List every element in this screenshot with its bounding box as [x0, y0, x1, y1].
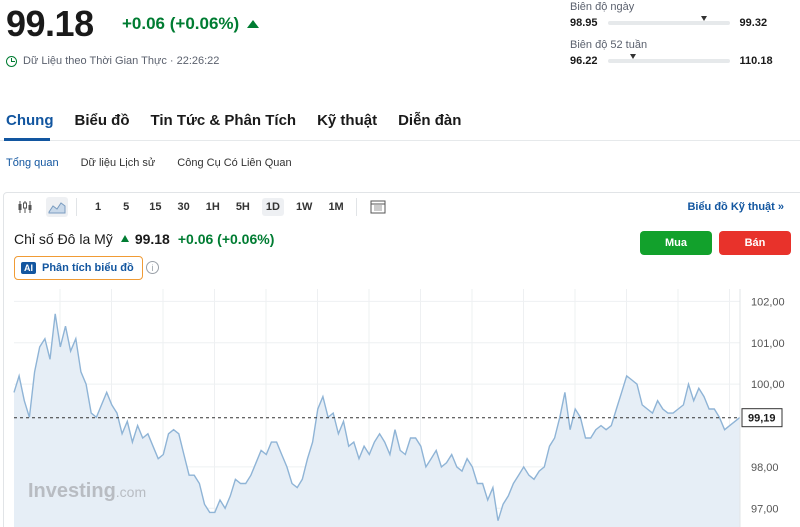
- info-icon[interactable]: i: [146, 261, 159, 274]
- week52-range-marker: [630, 54, 637, 59]
- day-range-high: 99.32: [739, 17, 768, 29]
- up-arrow-icon: [120, 234, 129, 242]
- toolbar-divider: [355, 198, 357, 216]
- table-icon[interactable]: [367, 197, 389, 217]
- instrument-header: Chỉ số Đô la Mỹ 99.18 +0.06 (+0.06%): [14, 231, 274, 247]
- chart-toolbar: 1 5 15 30 1H 5H 1D 1W 1M Biểu đồ Kỹ thuậ…: [4, 193, 800, 221]
- subtab-historical-data[interactable]: Dữ liệu Lịch sử: [81, 157, 156, 169]
- clock-icon: [6, 55, 17, 67]
- day-range-marker: [700, 16, 707, 21]
- ai-chart-analysis-button[interactable]: AI Phân tích biểu đồ: [14, 256, 143, 280]
- toolbar-divider: [76, 198, 77, 216]
- tab-chart[interactable]: Biểu đồ: [68, 112, 135, 136]
- day-range-bar: [607, 16, 730, 25]
- y-tick-label: 102,00: [751, 296, 785, 308]
- main-tabs: Chung Biểu đồ Tin Tức & Phân Tích Kỹ thu…: [0, 112, 476, 136]
- tab-divider: [0, 140, 800, 141]
- instrument-change: +0.06 (+0.06%): [177, 231, 275, 247]
- area-chart-icon[interactable]: [46, 197, 68, 217]
- price-change: +0.06 (+0.06%): [122, 14, 260, 34]
- week52-range-low: 96.22: [570, 55, 598, 67]
- price-change-value: +0.06 (+0.06%): [122, 14, 240, 33]
- watermark-brand: Investing: [28, 480, 116, 502]
- y-tick-label: 101,00: [751, 338, 785, 350]
- timeframe-1m[interactable]: 1M: [324, 198, 347, 216]
- timeframe-1[interactable]: 1: [91, 198, 105, 216]
- technical-chart-link[interactable]: Biểu đồ Kỹ thuật »: [687, 201, 784, 213]
- timeframe-30[interactable]: 30: [174, 198, 194, 216]
- watermark-suffix: .com: [116, 484, 146, 500]
- ai-badge: AI: [21, 262, 36, 274]
- y-tick-label: 100,00: [751, 379, 785, 391]
- last-value-label: 99,19: [748, 413, 776, 425]
- y-tick-label: 98,00: [751, 462, 779, 474]
- day-range-label: Biên độ ngày: [570, 1, 635, 13]
- tab-overview[interactable]: Chung: [0, 112, 59, 136]
- candlestick-icon[interactable]: [14, 197, 36, 217]
- realtime-status: Dữ Liệu theo Thời Gian Thực · 22:26:22: [6, 55, 219, 67]
- tab-forum[interactable]: Diễn đàn: [392, 112, 467, 136]
- instrument-value: 99.18: [134, 231, 170, 247]
- active-tab-indicator: [4, 138, 50, 141]
- tab-technical[interactable]: Kỹ thuật: [311, 112, 383, 136]
- subtab-overview[interactable]: Tổng quan: [6, 157, 59, 169]
- week52-range-label: Biên độ 52 tuần: [570, 39, 648, 51]
- price-chart[interactable]: 102,00 101,00 100,00 98,00 97,00 99,19 Investi…: [4, 289, 800, 527]
- week52-range: Biên độ 52 tuần 96.22 110.18: [570, 39, 800, 67]
- price: 99.18: [6, 3, 94, 44]
- week52-range-high: 110.18: [739, 55, 773, 67]
- timeframe-1w[interactable]: 1W: [292, 198, 317, 216]
- investing-watermark: Investing.com: [28, 480, 146, 502]
- y-tick-label: 97,00: [751, 503, 779, 515]
- day-range: Biên độ ngày 98.95 99.32: [570, 1, 800, 29]
- sub-tabs: Tổng quan Dữ liệu Lịch sử Công Cụ Có Liê…: [6, 157, 292, 169]
- week52-range-bar: [607, 54, 730, 63]
- day-range-low: 98.95: [570, 17, 598, 29]
- timeframe-1d[interactable]: 1D: [261, 198, 284, 216]
- timeframe-5[interactable]: 5: [119, 198, 133, 216]
- tab-news[interactable]: Tin Tức & Phân Tích: [144, 112, 302, 136]
- timeframe-15[interactable]: 15: [145, 198, 165, 216]
- timeframe-5h[interactable]: 5H: [232, 198, 254, 216]
- subtab-related-tools[interactable]: Công Cụ Có Liên Quan: [177, 157, 291, 169]
- buy-button[interactable]: Mua: [640, 231, 712, 255]
- sell-button[interactable]: Bán: [719, 231, 791, 255]
- chart-widget: 1 5 15 30 1H 5H 1D 1W 1M Biểu đồ Kỹ thuậ…: [3, 192, 800, 527]
- instrument-name: Chỉ số Đô la Mỹ: [14, 231, 113, 247]
- ai-chart-analysis-label: Phân tích biểu đồ: [42, 262, 134, 274]
- timeframe-1h[interactable]: 1H: [202, 198, 224, 216]
- up-arrow-icon: [247, 20, 260, 28]
- realtime-label: Dữ Liệu theo Thời Gian Thực · 22:26:22: [23, 55, 220, 67]
